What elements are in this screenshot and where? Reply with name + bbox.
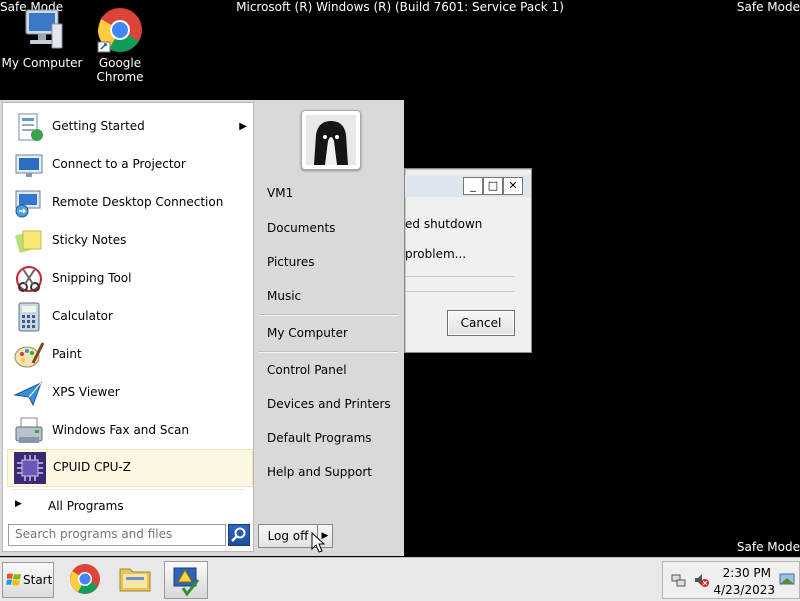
places-separator (259, 351, 398, 353)
program-label: Sticky Notes (52, 233, 127, 247)
dialog-progress-area (405, 276, 515, 292)
program-label: Remote Desktop Connection (52, 195, 224, 209)
cancel-button[interactable]: Cancel (447, 310, 515, 336)
taskbar-shutdown-task[interactable] (164, 561, 208, 599)
place-my-computer[interactable]: My Computer (267, 326, 348, 340)
desktop-icon-label-line2: Chrome (96, 70, 144, 84)
chrome-icon (70, 564, 100, 594)
place-vm1[interactable]: VM1 (267, 186, 293, 200)
taskbar-chrome[interactable] (64, 561, 106, 597)
start-menu-programs-pane: Getting Started ▶ Connect to a Projector… (2, 102, 254, 552)
calculator-icon (13, 301, 45, 333)
start-menu: Getting Started ▶ Connect to a Projector… (0, 100, 404, 556)
safe-mode-label-top-right: Safe Mode (736, 0, 800, 14)
paint-icon (13, 339, 45, 371)
all-programs-button[interactable]: ▶ All Programs (7, 495, 251, 517)
program-label: Getting Started (52, 119, 145, 133)
show-desktop-icon[interactable] (779, 572, 795, 588)
desktop-icon-label-line1: Google (98, 56, 142, 70)
windows-logo-icon (6, 573, 21, 586)
log-off-button[interactable]: Log off (258, 524, 318, 548)
program-label: Snipping Tool (52, 271, 132, 285)
close-button[interactable]: ✕ (503, 177, 523, 195)
program-label: Paint (52, 347, 82, 361)
getting-started-icon (13, 111, 45, 143)
projector-icon (13, 149, 45, 181)
clock-time[interactable]: 2:30 PM (723, 566, 771, 580)
taskbar-windows-explorer[interactable] (114, 561, 156, 597)
program-windows-fax-scan[interactable]: Windows Fax and Scan (7, 413, 251, 449)
taskbar: Start 2:30 PM 4/23/2023 (0, 557, 800, 601)
xps-viewer-icon (13, 377, 45, 409)
program-calculator[interactable]: Calculator (7, 299, 251, 335)
place-pictures[interactable]: Pictures (267, 255, 315, 269)
programs-separator (11, 489, 245, 490)
all-programs-label: All Programs (48, 499, 124, 513)
dialog-message-line2: problem... (405, 247, 467, 261)
shutdown-dialog: _ □ ✕ ed shutdown problem... Cancel (404, 168, 532, 353)
search-button[interactable] (228, 524, 250, 546)
minimize-button[interactable]: _ (463, 177, 483, 195)
program-label: CPUID CPU-Z (53, 460, 131, 474)
user-picture (306, 115, 356, 165)
program-label: XPS Viewer (52, 385, 120, 399)
mouse-cursor-icon (311, 532, 326, 553)
notification-area: 2:30 PM 4/23/2023 (662, 561, 800, 599)
desktop-icon-google-chrome[interactable]: Google Chrome (78, 6, 162, 84)
place-devices-printers[interactable]: Devices and Printers (267, 397, 391, 411)
start-menu-places-pane: VM1 Documents Pictures Music My Computer… (255, 102, 402, 550)
search-input[interactable] (9, 525, 220, 543)
program-connect-to-projector[interactable]: Connect to a Projector (7, 147, 251, 183)
chrome-icon (96, 6, 144, 54)
maximize-button[interactable]: □ (483, 177, 503, 195)
place-documents[interactable]: Documents (267, 221, 335, 235)
desktop-icon-label: My Computer (1, 56, 83, 70)
place-control-panel[interactable]: Control Panel (267, 363, 347, 377)
computer-icon (18, 6, 66, 54)
desktop-icon-my-computer[interactable]: My Computer (0, 6, 84, 70)
folder-icon (119, 568, 151, 592)
volume-muted-icon[interactable] (693, 572, 709, 588)
program-snipping-tool[interactable]: Snipping Tool (7, 261, 251, 297)
place-default-programs[interactable]: Default Programs (267, 431, 372, 445)
program-cpuid-cpu-z[interactable]: CPUID CPU-Z (7, 449, 253, 487)
user-avatar[interactable] (301, 110, 361, 170)
program-label: Calculator (52, 309, 113, 323)
search-box[interactable] (8, 524, 226, 546)
dialog-message-line1: ed shutdown (405, 217, 483, 231)
place-help-support[interactable]: Help and Support (267, 465, 372, 479)
program-label: Connect to a Projector (52, 157, 186, 171)
cpuz-icon (14, 452, 46, 484)
fax-scan-icon (13, 415, 45, 447)
safe-mode-label-bottom-right: Safe Mode (736, 540, 800, 554)
program-remote-desktop[interactable]: Remote Desktop Connection (7, 185, 251, 221)
start-label: Start (23, 573, 53, 587)
start-button[interactable]: Start (2, 562, 54, 598)
shutdown-task-icon (173, 567, 200, 597)
search-icon (231, 527, 246, 542)
submenu-arrow-icon: ▶ (239, 121, 247, 132)
remote-desktop-icon (13, 187, 45, 219)
program-xps-viewer[interactable]: XPS Viewer (7, 375, 251, 411)
sticky-notes-icon (13, 225, 45, 257)
places-separator (259, 314, 398, 316)
program-getting-started[interactable]: Getting Started ▶ (7, 109, 251, 145)
all-programs-arrow-icon: ▶ (15, 499, 22, 509)
clock-date[interactable]: 4/23/2023 (713, 583, 775, 597)
place-music[interactable]: Music (267, 289, 301, 303)
program-paint[interactable]: Paint (7, 337, 251, 373)
program-sticky-notes[interactable]: Sticky Notes (7, 223, 251, 259)
snipping-tool-icon (13, 263, 45, 295)
program-label: Windows Fax and Scan (52, 423, 190, 437)
network-icon[interactable] (671, 572, 687, 588)
